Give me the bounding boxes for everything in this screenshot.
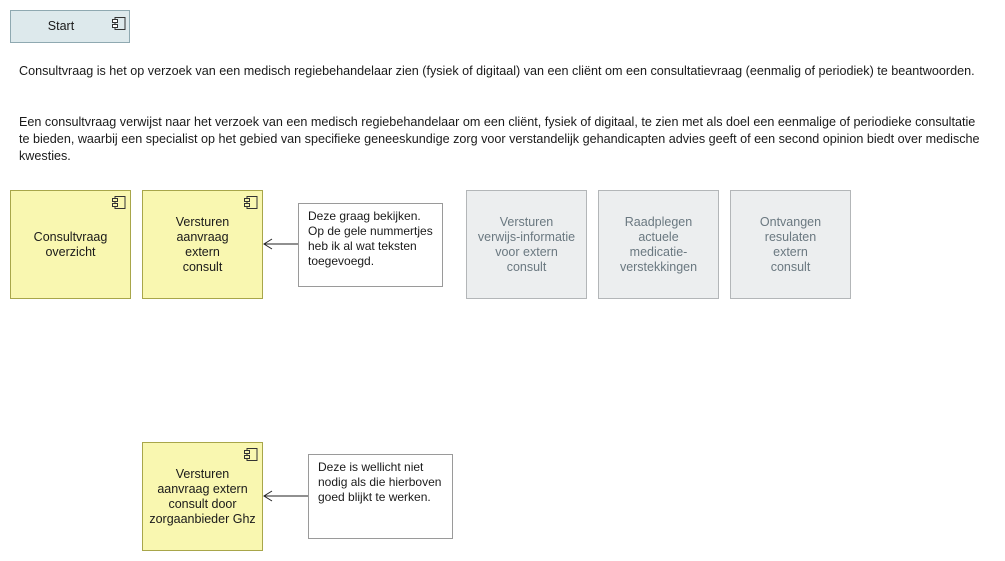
connector-note-2 bbox=[263, 490, 308, 502]
connector-note-1 bbox=[263, 238, 298, 250]
connectors bbox=[263, 238, 308, 502]
